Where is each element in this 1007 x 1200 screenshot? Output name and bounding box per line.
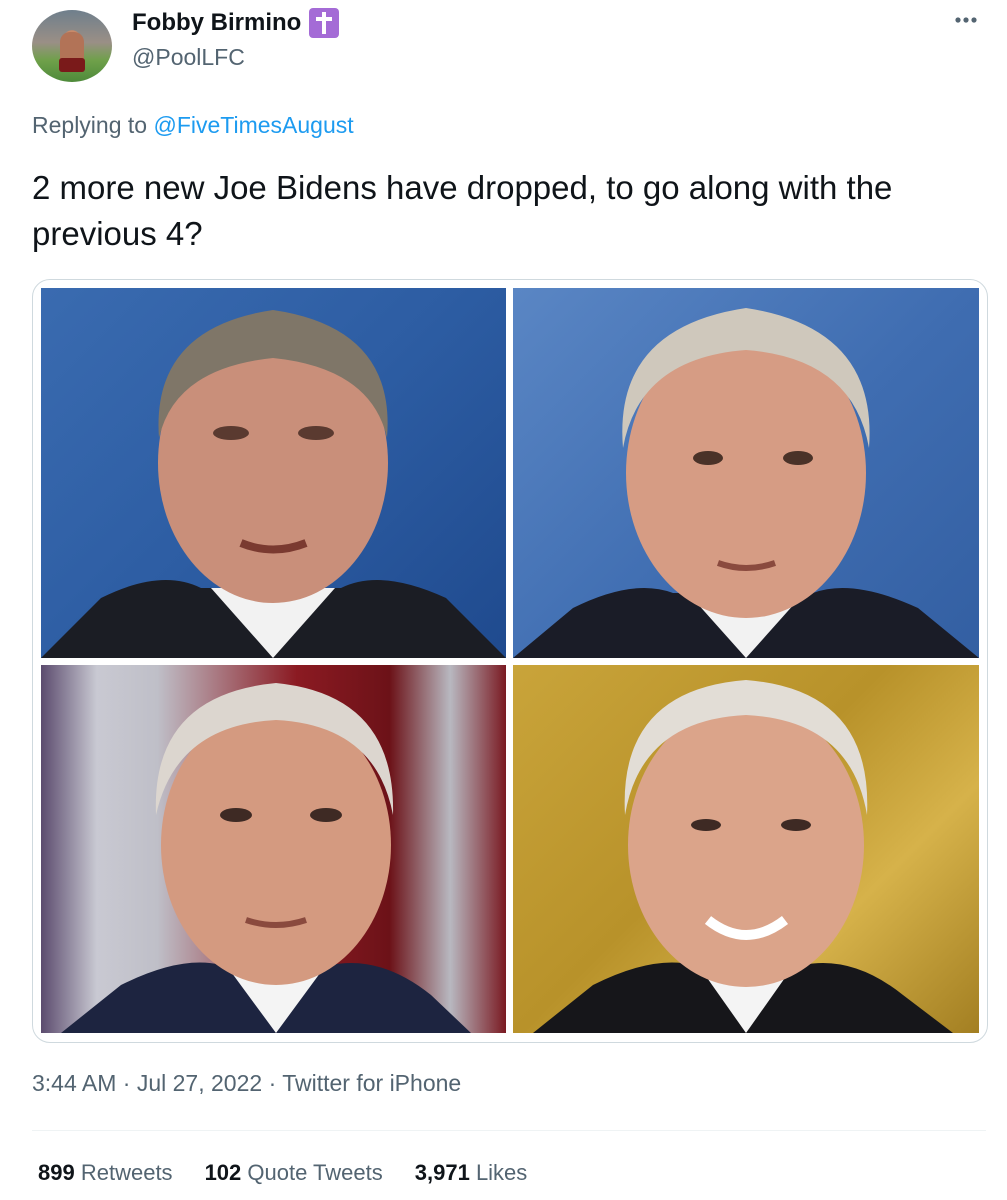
media-grid: [32, 279, 988, 1043]
media-photo-1[interactable]: [41, 288, 506, 658]
tweet-text: 2 more new Joe Bidens have dropped, to g…: [32, 169, 893, 252]
likes-count: 3,971: [414, 1160, 470, 1185]
tweet-card: Fobby Birmino @PoolLFC Replying to @Five…: [0, 0, 1007, 1200]
tweet-meta: 3:44 AM · Jul 27, 2022 · Twitter for iPh…: [32, 1070, 461, 1097]
retweets-count: 899: [38, 1160, 75, 1185]
retweets-label: Retweets: [80, 1160, 173, 1185]
media-photo-2[interactable]: [513, 288, 979, 658]
replying-to-line: Replying to @FiveTimesAugust: [32, 112, 354, 139]
more-options-icon[interactable]: [950, 8, 982, 32]
meta-separator-2: ·: [268, 1070, 277, 1096]
tweet-source[interactable]: Twitter for iPhone: [282, 1070, 461, 1096]
author-display-name[interactable]: Fobby Birmino: [132, 9, 301, 37]
tweet-time[interactable]: 3:44 AM: [32, 1070, 116, 1096]
stats-divider: [32, 1130, 986, 1131]
media-photo-3[interactable]: [41, 665, 506, 1033]
quote-tweets-count: 102: [204, 1160, 242, 1185]
media-photo-4[interactable]: [513, 665, 979, 1033]
author-handle[interactable]: @PoolLFC: [132, 44, 245, 71]
tweet-stats: 899 Retweets 102 Quote Tweets 3,971 Like…: [38, 1160, 527, 1186]
meta-separator-1: ·: [122, 1070, 131, 1096]
latin-cross-icon: [309, 8, 340, 38]
avatar-shorts: [59, 58, 85, 72]
likes-stat[interactable]: 3,971 Likes: [415, 1160, 528, 1186]
replying-to-label: Replying to: [32, 112, 148, 138]
quote-tweets-stat[interactable]: 102 Quote Tweets: [205, 1160, 383, 1186]
quote-tweets-label: Quote Tweets: [247, 1160, 383, 1185]
avatar[interactable]: [32, 10, 112, 82]
author-name-row: Fobby Birmino: [132, 8, 340, 38]
reply-target-link[interactable]: @FiveTimesAugust: [153, 112, 353, 138]
retweets-stat[interactable]: 899 Retweets: [38, 1160, 173, 1186]
likes-label: Likes: [475, 1160, 528, 1185]
tweet-date[interactable]: Jul 27, 2022: [137, 1070, 262, 1096]
